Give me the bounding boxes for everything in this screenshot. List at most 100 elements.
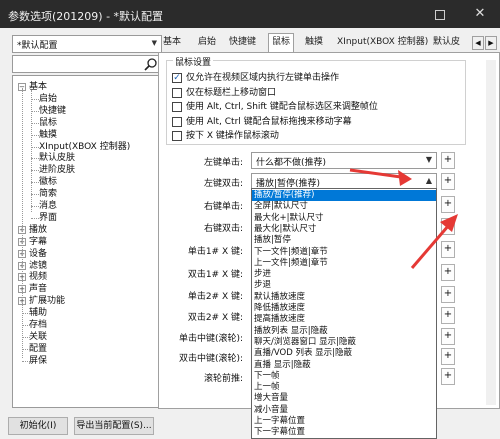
dropdown-option[interactable]: 播放|暂停	[252, 235, 436, 246]
tab-0[interactable]: 基本	[160, 34, 184, 52]
tab-1[interactable]: 启始	[195, 34, 219, 52]
tree-item[interactable]: 徽标	[39, 176, 57, 188]
tree-item[interactable]: 扩展功能	[29, 295, 65, 307]
tree-item[interactable]: 简索	[39, 188, 57, 200]
dropdown-option[interactable]: 直播/VOD 列表 显示|隐蔽	[252, 348, 436, 359]
tree-item[interactable]: 辅助	[29, 307, 47, 319]
add-action-button[interactable]: +	[441, 348, 455, 365]
dropdown-option[interactable]: 直播 显示|隐蔽	[252, 360, 436, 371]
add-action-button[interactable]: +	[441, 241, 455, 258]
dropdown-option[interactable]: 提高播放速度	[252, 314, 436, 325]
dropdown-option[interactable]: 降低播放速度	[252, 303, 436, 314]
add-action-button[interactable]: +	[441, 286, 455, 303]
dropdown-option[interactable]: 步进	[252, 269, 436, 280]
tree-connector	[31, 158, 39, 160]
action-label: 滚轮前推:	[203, 374, 243, 384]
chevron-down-icon: ▼	[151, 39, 157, 47]
init-button[interactable]: 初始化(I)	[8, 417, 68, 435]
pin-icon[interactable]	[435, 10, 445, 20]
dropdown-option[interactable]: 上一帧	[252, 382, 436, 393]
checkbox-unchecked-icon[interactable]	[172, 117, 182, 127]
tree-item[interactable]: 进阶皮肤	[39, 164, 75, 176]
checkbox-label: 仅在标题栏上移动窗口	[186, 88, 277, 98]
tree-item[interactable]: 声音	[29, 283, 47, 295]
tree-item[interactable]: 快捷键	[39, 105, 66, 117]
dropdown-option[interactable]: 上一文件|频道|章节	[252, 258, 436, 269]
tree-item[interactable]: 默认皮肤	[39, 152, 75, 164]
tree-connector	[31, 110, 39, 112]
dropdown-option[interactable]: 最大化|默认尺寸	[252, 224, 436, 235]
dropdown-option[interactable]: 默认播放速度	[252, 292, 436, 303]
add-action-button[interactable]: +	[441, 368, 455, 385]
window-title: 参数选项(201209) - *默认配置	[8, 10, 164, 23]
tab-2[interactable]: 快捷键	[226, 34, 259, 52]
checkbox-checked-icon[interactable]: ✓	[172, 73, 182, 83]
checkbox-unchecked-icon[interactable]	[172, 88, 182, 98]
tree-item[interactable]: 启始	[39, 93, 57, 105]
dropdown-option[interactable]: 下一文件|频道|章节	[252, 247, 436, 258]
title-bar: 参数选项(201209) - *默认配置 ✕	[0, 0, 500, 28]
dropdown-option[interactable]: 聊天/浏览器窗口 显示|隐蔽	[252, 337, 436, 348]
tree-connector	[31, 182, 39, 184]
action-select[interactable]: 什么都不做(推荐) ▼	[251, 152, 437, 169]
tree-connector	[22, 348, 30, 350]
tree-item[interactable]: 鼠标	[39, 117, 57, 129]
tab-6[interactable]: 默认皮	[430, 34, 463, 52]
dropdown-option[interactable]: 播放列表 显示|隐蔽	[252, 326, 436, 337]
dropdown-option[interactable]: 最大化+|默认尺寸	[252, 213, 436, 224]
close-icon[interactable]: ✕	[472, 6, 488, 22]
tree-item[interactable]: 界面	[39, 212, 57, 224]
tree-item[interactable]: 配置	[29, 343, 47, 355]
dropdown-option[interactable]: 减小音量	[252, 405, 436, 416]
add-action-button[interactable]: +	[441, 307, 455, 324]
tree-item[interactable]: 设备	[29, 248, 47, 260]
tree-item[interactable]: 存档	[29, 319, 47, 331]
dropdown-option[interactable]: 下一帧	[252, 371, 436, 382]
tree-item[interactable]: 视频	[29, 271, 47, 283]
export-config-button[interactable]: 导出当前配置(S)...	[74, 417, 154, 435]
checkbox-label: 使用 Alt, Ctrl 键配合鼠标拖拽来移动字幕	[186, 117, 352, 127]
tab-5[interactable]: XInput(XBOX 控制器)	[334, 34, 431, 52]
tree-item[interactable]: 字幕	[29, 236, 47, 248]
tab-4[interactable]: 触摸	[302, 34, 326, 52]
dropdown-option[interactable]: 上一字幕位置	[252, 416, 436, 427]
add-action-button[interactable]: +	[441, 196, 455, 213]
vertical-scrollbar[interactable]	[486, 60, 496, 405]
settings-tree[interactable]: 基本 − 启始 快捷键 鼠标 触摸 XInput(XBOX 控制器) 默认皮肤 进阶皮肤 徽标 简索…	[12, 75, 162, 408]
tree-item[interactable]: 消息	[39, 200, 57, 212]
tree-connector	[31, 217, 39, 219]
checkbox-label: 仅允许在视频区域内执行左键单击操作	[186, 73, 340, 83]
tab-scroll-right-icon[interactable]: ▶	[485, 36, 497, 50]
tree-item[interactable]: XInput(XBOX 控制器)	[39, 141, 130, 153]
add-action-button[interactable]: +	[441, 328, 455, 345]
tab-scroll-left-icon[interactable]: ◀	[472, 36, 484, 50]
add-action-button[interactable]: +	[441, 218, 455, 235]
action-label: 双击中键(滚轮):	[178, 354, 243, 364]
dropdown-option[interactable]: 步退	[252, 280, 436, 291]
dropdown-option[interactable]: 全屏|默认尺寸	[252, 201, 436, 212]
checkbox-unchecked-icon[interactable]	[172, 102, 182, 112]
action-label: 右键单击:	[203, 202, 243, 212]
action-label: 左键双击:	[203, 179, 243, 189]
tree-item[interactable]: 关联	[29, 331, 47, 343]
tree-connector	[22, 88, 23, 358]
preset-select[interactable]: *默认配置 ▼	[12, 35, 162, 53]
tab-3[interactable]: 鼠标	[268, 33, 295, 53]
action-label: 双击1# X 键:	[187, 270, 243, 280]
action-select-value: 什么都不做(推荐)	[256, 158, 327, 168]
search-input[interactable]	[12, 55, 162, 73]
dropdown-option[interactable]: 播放/暂停(推荐)	[252, 190, 436, 201]
tree-connector	[31, 194, 39, 196]
tree-item[interactable]: 播放	[29, 224, 47, 236]
dropdown-option[interactable]: 下一字幕位置	[252, 427, 436, 438]
tree-item[interactable]: 屏保	[29, 355, 47, 367]
add-action-button[interactable]: +	[441, 173, 455, 190]
tree-item[interactable]: 触摸	[39, 129, 57, 141]
add-action-button[interactable]: +	[441, 152, 455, 169]
add-action-button[interactable]: +	[441, 264, 455, 281]
tree-item[interactable]: 滤镜	[29, 260, 47, 272]
checkbox-unchecked-icon[interactable]	[172, 131, 182, 141]
dropdown-option[interactable]: 增大音量	[252, 393, 436, 404]
search-icon[interactable]	[143, 57, 159, 71]
action-dropdown-list[interactable]: 播放/暂停(推荐) 全屏|默认尺寸 最大化+|默认尺寸 最大化|默认尺寸 播放|暂停 下一…	[251, 188, 437, 439]
